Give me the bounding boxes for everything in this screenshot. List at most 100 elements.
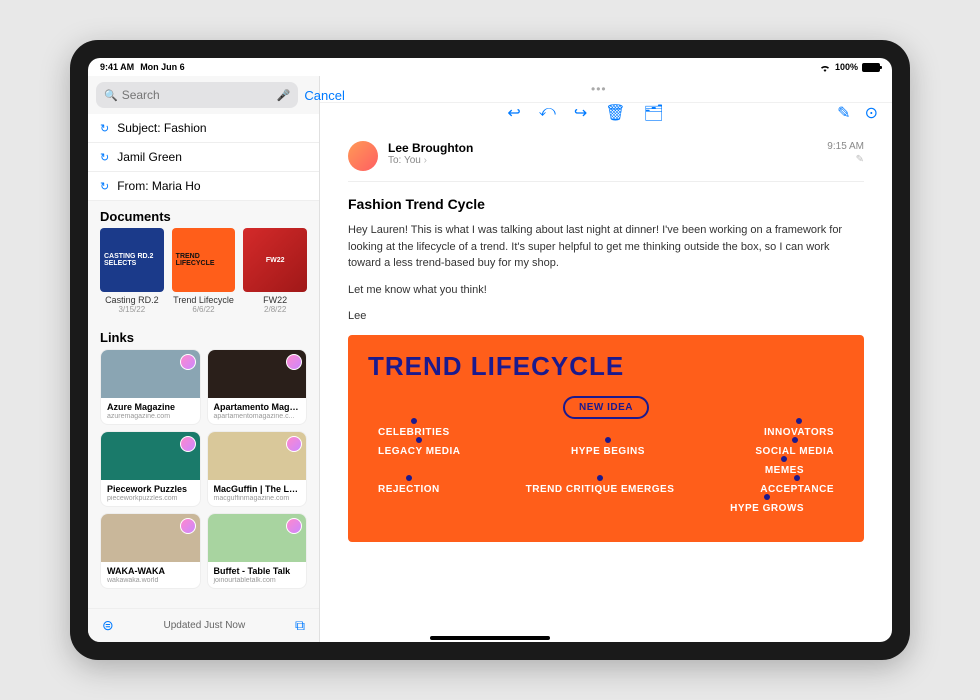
document-date: 2/8/22 [243, 305, 307, 314]
document-item[interactable]: FW22 FW22 2/8/22 [243, 228, 307, 314]
suggestion-item[interactable]: ↻ Subject: Fashion [88, 114, 319, 143]
screen: 9:41 AM Mon Jun 6 100% 🔍 🎤 Cancel [88, 58, 892, 642]
link-item[interactable]: MacGuffin | The Lif... macguffinmagazine… [207, 431, 308, 507]
email-header: Lee Broughton To: You › 9:15 AM ✎ [348, 141, 864, 182]
link-label: WAKA-WAKA [101, 562, 200, 577]
flow-node-legacy-media: LEGACY MEDIA [378, 446, 461, 457]
link-domain: joinourtabletalk.com [208, 577, 307, 588]
link-thumbnail [101, 514, 200, 562]
sync-status: Updated Just Now [164, 620, 246, 631]
details-icon[interactable]: ✎ [827, 154, 864, 165]
suggestion-item[interactable]: ↻ From: Maria Ho [88, 172, 319, 201]
shared-by-avatar [286, 436, 302, 452]
link-label: Piecework Puzzles [101, 480, 200, 495]
email-paragraph: Hey Lauren! This is what I was talking a… [348, 222, 864, 272]
recent-icon: ↻ [100, 180, 109, 193]
recent-icon: ↻ [100, 151, 109, 164]
link-item[interactable]: Piecework Puzzles pieceworkpuzzles.com [100, 431, 201, 507]
shared-by-avatar [286, 518, 302, 534]
link-thumbnail [208, 514, 307, 562]
reply-icon[interactable]: ↩︎ [507, 103, 520, 123]
flow-node-trend-critique: TREND CRITIQUE EMERGES [526, 484, 675, 495]
link-thumbnail [101, 350, 200, 398]
document-label: Casting RD.2 [100, 295, 164, 305]
suggestion-label: Subject: Fashion [117, 121, 206, 135]
link-label: Azure Magazine [101, 398, 200, 413]
search-field[interactable]: 🔍 🎤 [96, 82, 298, 108]
attachment-graphic[interactable]: TREND LIFECYCLE NEW IDEA CELEBRITIES INN… [348, 335, 864, 542]
link-label: MacGuffin | The Lif... [208, 480, 307, 495]
shared-by-avatar [180, 436, 196, 452]
document-label: FW22 [243, 295, 307, 305]
email-body: Lee Broughton To: You › 9:15 AM ✎ [320, 129, 892, 642]
link-domain: azuremagazine.com [101, 413, 200, 424]
search-icon: 🔍 [104, 89, 118, 102]
status-bar: 9:41 AM Mon Jun 6 100% [88, 58, 892, 76]
flow-node-rejection: REJECTION [378, 484, 440, 495]
reply-all-icon[interactable]: ⤺ [539, 103, 556, 123]
link-item[interactable]: WAKA-WAKA wakawaka.world [100, 513, 201, 589]
document-thumbnail: CASTING RD.2 SELECTS [100, 228, 164, 292]
flow-node-innovators: INNOVATORS [764, 427, 834, 438]
compose-icon[interactable]: ✎ [837, 103, 850, 123]
battery-percent: 100% [835, 62, 858, 72]
flow-node-hype-grows: HYPE GROWS [730, 503, 804, 514]
link-domain: apartamentomagazine.c... [208, 413, 307, 424]
flow-node-new-idea: NEW IDEA [563, 396, 649, 419]
status-date: Mon Jun 6 [140, 62, 185, 72]
home-indicator[interactable] [430, 636, 550, 640]
link-domain: macguffinmagazine.com [208, 495, 307, 506]
wifi-icon [819, 63, 831, 72]
message-toolbar: ••• ••• [320, 76, 892, 103]
recipient-name[interactable]: You [404, 155, 421, 166]
sender-name[interactable]: Lee Broughton [388, 141, 817, 155]
document-date: 6/6/22 [172, 305, 236, 314]
compose-shortcut-icon[interactable]: ⧉ [295, 617, 305, 634]
suggestion-label: From: Maria Ho [117, 179, 200, 193]
document-label: Trend Lifecycle [172, 295, 236, 305]
more-icon[interactable]: ⊙ [865, 103, 878, 123]
suggestion-label: Jamil Green [117, 150, 182, 164]
trash-icon[interactable]: 🗑 [605, 103, 625, 123]
email-time: 9:15 AM [827, 141, 864, 152]
link-item[interactable]: Azure Magazine azuremagazine.com [100, 349, 201, 425]
email-subject: Fashion Trend Cycle [348, 196, 864, 212]
link-thumbnail [208, 350, 307, 398]
search-suggestions: ↻ Subject: Fashion ↻ Jamil Green ↻ From:… [88, 114, 319, 201]
sender-avatar[interactable] [348, 141, 378, 171]
attachment-title: TREND LIFECYCLE [368, 351, 844, 382]
link-thumbnail [208, 432, 307, 480]
battery-icon [862, 63, 880, 72]
flow-node-social-media: SOCIAL MEDIA [755, 446, 834, 457]
links-heading: Links [88, 322, 319, 349]
flow-node-acceptance: ACCEPTANCE [760, 484, 834, 495]
forward-icon[interactable]: ↪︎ [574, 103, 587, 123]
link-item[interactable]: Apartamento Maga... apartamentomagazine.… [207, 349, 308, 425]
email-signature: Lee [348, 308, 864, 325]
document-item[interactable]: CASTING RD.2 SELECTS Casting RD.2 3/15/2… [100, 228, 164, 314]
sidebar-footer: ⊜ Updated Just Now ⧉ [88, 608, 319, 642]
move-folder-icon[interactable]: 🗂 [644, 103, 664, 123]
documents-heading: Documents [88, 201, 319, 228]
search-input[interactable] [122, 88, 277, 102]
link-label: Buffet - Table Talk [208, 562, 307, 577]
document-thumbnail: TREND LIFECYCLE [172, 228, 236, 292]
document-thumbnail: FW22 [243, 228, 307, 292]
suggestion-item[interactable]: ↻ Jamil Green [88, 143, 319, 172]
link-item[interactable]: Buffet - Table Talk joinourtabletalk.com [207, 513, 308, 589]
link-domain: pieceworkpuzzles.com [101, 495, 200, 506]
shared-by-avatar [286, 354, 302, 370]
chevron-right-icon[interactable]: › [424, 155, 427, 166]
link-thumbnail [101, 432, 200, 480]
mic-icon[interactable]: 🎤 [277, 89, 291, 102]
status-time: 9:41 AM [100, 62, 134, 72]
link-domain: wakawaka.world [101, 577, 200, 588]
recent-icon: ↻ [100, 122, 109, 135]
to-label: To: [388, 155, 401, 166]
flow-node-celebrities: CELEBRITIES [378, 427, 450, 438]
multitask-dots-icon[interactable]: ••• [591, 82, 607, 96]
sidebar: 🔍 🎤 Cancel ↻ Subject: Fashion ↻ Jamil Gr… [88, 76, 320, 642]
filter-icon[interactable]: ⊜ [102, 617, 114, 634]
shared-by-avatar [180, 354, 196, 370]
document-item[interactable]: TREND LIFECYCLE Trend Lifecycle 6/6/22 [172, 228, 236, 314]
